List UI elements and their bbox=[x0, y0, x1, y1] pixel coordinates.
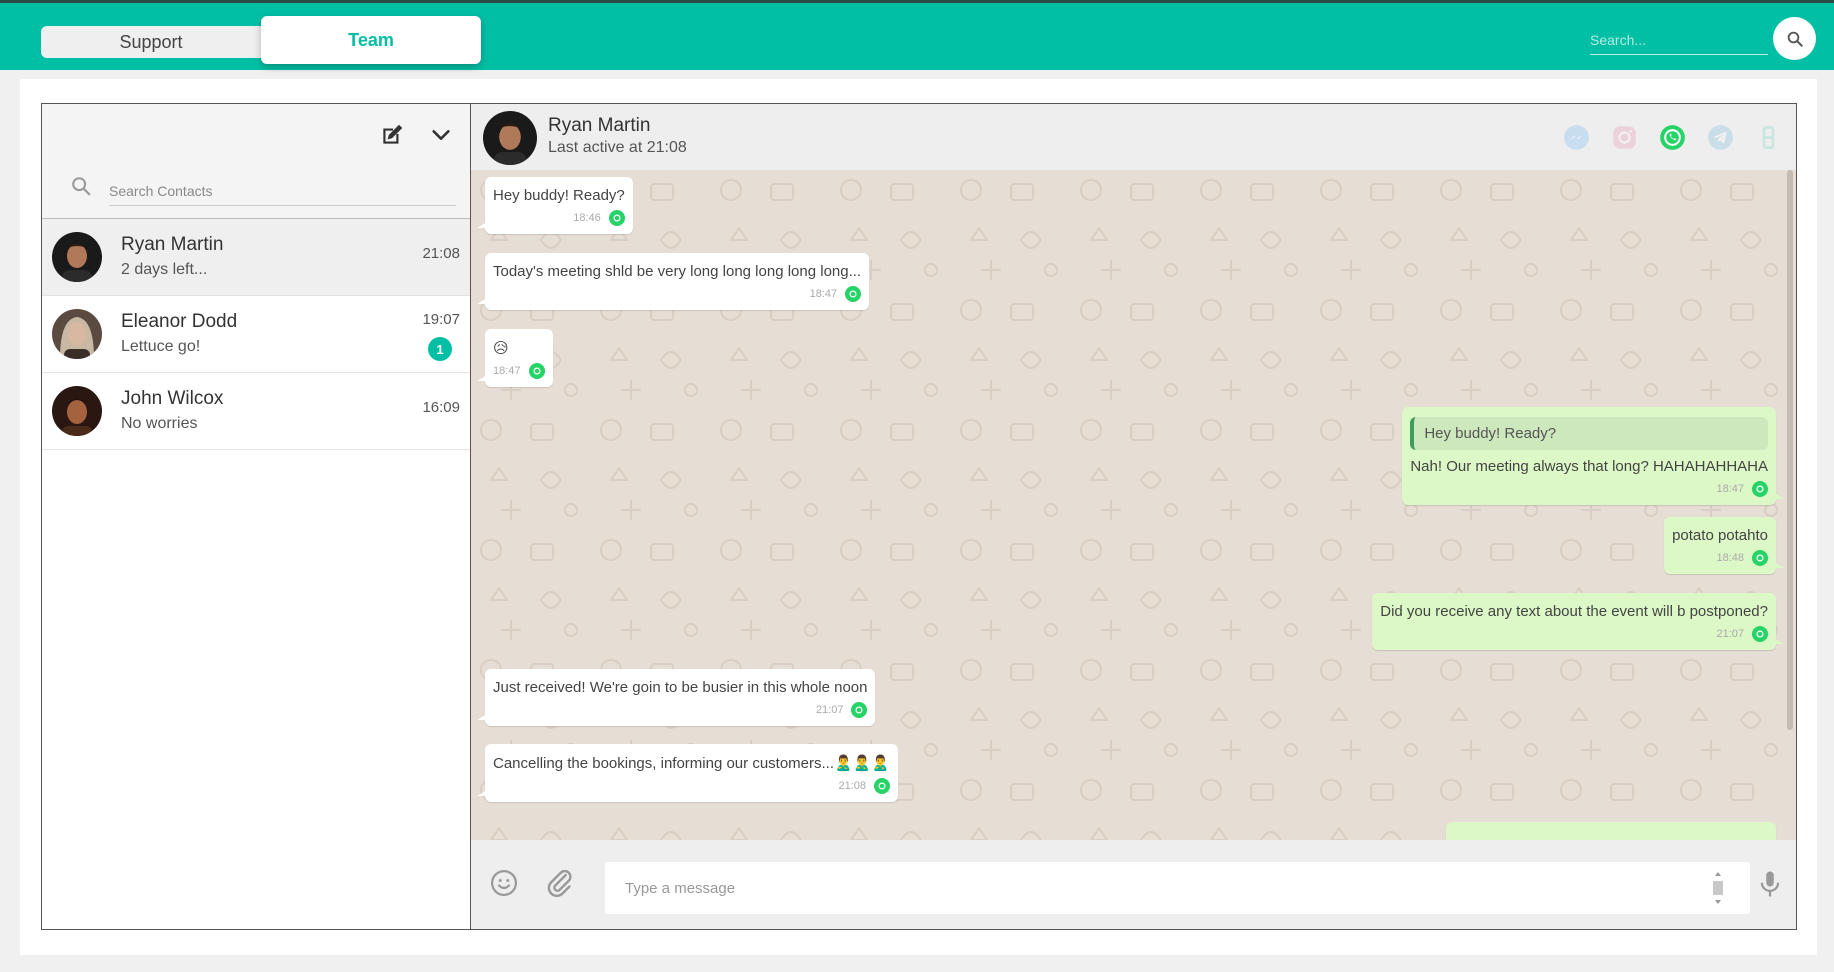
whatsapp-icon bbox=[851, 702, 868, 718]
message-time: 18:47 bbox=[493, 365, 521, 377]
search-icon bbox=[1787, 31, 1803, 47]
message-bubble-partial bbox=[1446, 822, 1776, 840]
tab-team[interactable]: Team bbox=[261, 16, 481, 64]
instagram-icon[interactable] bbox=[1611, 124, 1638, 151]
message-time: 18:48 bbox=[1716, 552, 1744, 564]
compose-icon[interactable] bbox=[379, 122, 405, 148]
contact-item-john-wilcox[interactable]: John Wilcox No worries 16:09 bbox=[42, 373, 470, 450]
avatar bbox=[52, 232, 102, 282]
whatsapp-icon bbox=[1752, 626, 1768, 642]
avatar bbox=[483, 111, 537, 165]
chevron-down-icon[interactable] bbox=[430, 124, 452, 146]
tab-support[interactable]: Support bbox=[41, 26, 261, 58]
message-bubble: Hey buddy! Ready? 18:46 bbox=[477, 177, 633, 234]
whatsapp-icon bbox=[1752, 550, 1768, 566]
message-text: Today's meeting shld be very long long l… bbox=[493, 263, 862, 280]
avatar bbox=[52, 309, 102, 359]
attachment-icon[interactable] bbox=[545, 867, 575, 897]
chat-panel: Ryan Martin Last active at 21:08 Hey bud… bbox=[470, 103, 1797, 930]
message-text: Cancelling the bookings, informing our c… bbox=[493, 755, 891, 772]
contact-time: 16:09 bbox=[422, 399, 460, 416]
contact-time: 21:08 bbox=[422, 245, 460, 262]
quoted-message[interactable]: Hey buddy! Ready? bbox=[1410, 417, 1768, 450]
telegram-icon[interactable] bbox=[1707, 124, 1734, 151]
search-icon bbox=[72, 177, 91, 196]
contact-time: 19:07 bbox=[422, 311, 460, 328]
whatsapp-icon[interactable] bbox=[1659, 124, 1686, 151]
messenger-icon[interactable] bbox=[1563, 124, 1590, 151]
chat-contact-status: Last active at 21:08 bbox=[548, 139, 687, 156]
contact-last-message: 2 days left... bbox=[121, 261, 208, 278]
chat-header: Ryan Martin Last active at 21:08 bbox=[471, 104, 1796, 170]
contact-name: Ryan Martin bbox=[121, 234, 224, 255]
viber-icon[interactable] bbox=[1755, 124, 1782, 151]
message-time: 21:08 bbox=[838, 780, 867, 792]
input-resize-icon[interactable] bbox=[1712, 870, 1724, 906]
whatsapp-icon bbox=[1752, 481, 1768, 497]
contact-name: Eleanor Dodd bbox=[121, 311, 238, 332]
message-text: 😥 bbox=[493, 340, 509, 357]
message-list[interactable]: Hey buddy! Ready? 18:46 Today's meeting … bbox=[471, 170, 1796, 840]
top-search-input[interactable] bbox=[1590, 25, 1768, 55]
message-bubble: Just received! We're goin to be busier i… bbox=[476, 669, 876, 726]
contact-item-ryan-martin[interactable]: Ryan Martin 2 days left... 21:08 bbox=[42, 219, 470, 296]
search-button[interactable] bbox=[1773, 17, 1816, 60]
message-time: 21:07 bbox=[815, 704, 844, 716]
message-time: 21:07 bbox=[1716, 628, 1744, 640]
message-text: Did you receive any text about the event… bbox=[1380, 603, 1768, 620]
contact-last-message: Lettuce go! bbox=[121, 338, 201, 355]
message-time: 18:46 bbox=[573, 212, 601, 224]
scrollbar[interactable] bbox=[1787, 170, 1793, 730]
message-time: 18:47 bbox=[809, 288, 838, 300]
microphone-icon[interactable] bbox=[1755, 869, 1785, 899]
top-bar: Support Team bbox=[0, 0, 1834, 70]
whatsapp-icon bbox=[528, 363, 545, 379]
message-bubble: Did you receive any text about the event… bbox=[1372, 593, 1784, 650]
message-bubble: Cancelling the bookings, informing our c… bbox=[476, 744, 899, 802]
message-text: potato potahto bbox=[1672, 527, 1768, 544]
emoji-icon[interactable] bbox=[489, 868, 519, 898]
contact-last-message: No worries bbox=[121, 415, 198, 432]
message-bubble: potato potahto 18:48 bbox=[1664, 517, 1784, 574]
unread-badge: 1 bbox=[428, 337, 452, 361]
contact-name: John Wilcox bbox=[121, 388, 224, 409]
message-bubble: 😥 18:47 bbox=[477, 329, 553, 387]
message-text: Nah! Our meeting always that long? HAHAH… bbox=[1410, 458, 1768, 475]
message-bubble: Hey buddy! Ready? Nah! Our meeting alway… bbox=[1402, 407, 1784, 505]
message-text: Just received! We're goin to be busier i… bbox=[493, 679, 868, 696]
contact-item-eleanor-dodd[interactable]: Eleanor Dodd Lettuce go! 19:07 1 bbox=[42, 296, 470, 373]
sidebar-header bbox=[42, 104, 470, 219]
message-time: 18:47 bbox=[1716, 483, 1744, 495]
chat-contact-name: Ryan Martin bbox=[548, 115, 651, 136]
avatar bbox=[52, 386, 102, 436]
contacts-sidebar: Ryan Martin 2 days left... 21:08 Eleanor… bbox=[41, 103, 470, 930]
message-text: Hey buddy! Ready? bbox=[493, 187, 625, 204]
message-bubble: Today's meeting shld be very long long l… bbox=[476, 253, 870, 310]
whatsapp-icon bbox=[845, 286, 862, 302]
channel-switcher bbox=[1563, 124, 1782, 151]
whatsapp-icon bbox=[608, 210, 625, 226]
whatsapp-icon bbox=[874, 778, 891, 794]
message-input[interactable] bbox=[605, 862, 1750, 914]
contacts-search-input[interactable] bbox=[109, 176, 456, 206]
message-composer bbox=[471, 840, 1796, 929]
tab-bar: Support Team bbox=[41, 16, 481, 64]
